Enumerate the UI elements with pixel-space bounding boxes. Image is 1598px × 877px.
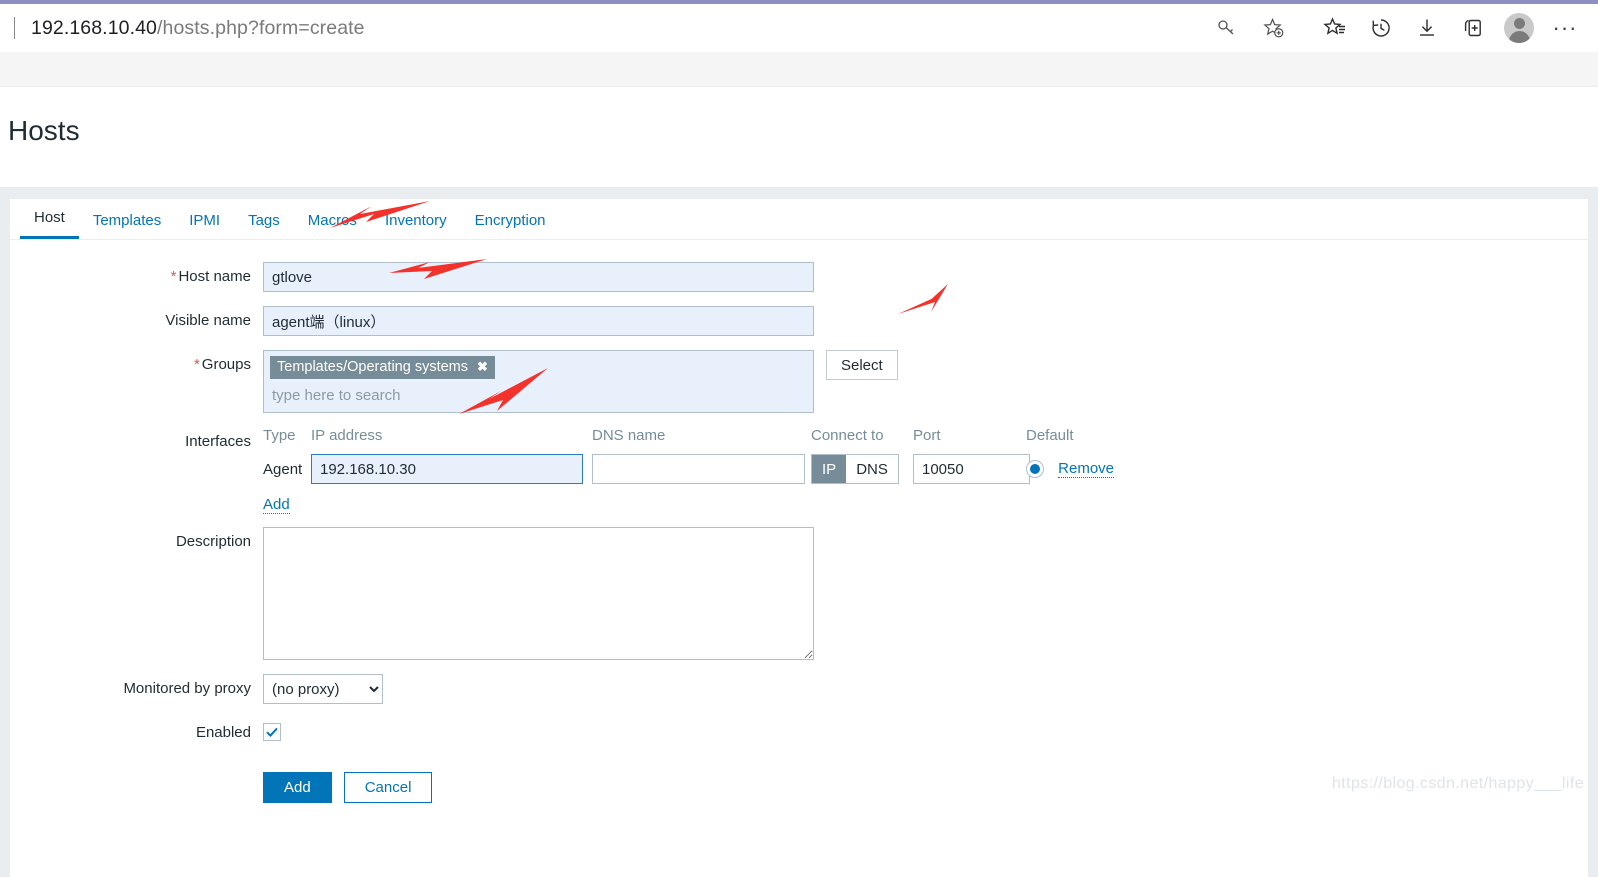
required-marker: * <box>170 268 177 285</box>
browser-url-bar: 192.168.10.40/hosts.php?form=create ··· <box>0 4 1598 52</box>
connect-to-toggle[interactable]: IP DNS <box>811 454 899 484</box>
add-interface-row: Add <box>263 496 1136 514</box>
field-row-description: Description <box>10 527 1588 660</box>
watermark-text: https://blog.csdn.net/happy___life <box>1332 775 1584 792</box>
host-form: *Host name Visible name *Groups Template… <box>10 240 1588 803</box>
field-row-proxy: Monitored by proxy (no proxy) <box>10 674 1588 704</box>
host-name-label-text: Host name <box>178 268 251 285</box>
form-action-buttons: Add Cancel <box>263 772 433 803</box>
tab-encryption[interactable]: Encryption <box>461 212 560 239</box>
tab-templates[interactable]: Templates <box>79 212 175 239</box>
add-interface-link[interactable]: Add <box>263 496 290 514</box>
text-cursor <box>14 17 15 39</box>
add-button[interactable]: Add <box>263 772 332 803</box>
visible-name-input[interactable] <box>263 306 814 336</box>
interface-dns-cell <box>592 454 811 484</box>
settings-more-icon[interactable]: ··· <box>1542 8 1588 48</box>
interface-type-label: Agent <box>263 460 303 478</box>
select-group-button[interactable]: Select <box>826 350 898 380</box>
groups-label: * Groups <box>10 350 263 380</box>
tab-ipmi[interactable]: IPMI <box>175 212 234 239</box>
profile-avatar[interactable] <box>1496 8 1542 48</box>
browser-chrome-strip <box>0 52 1598 87</box>
more-dots-glyph: ··· <box>1552 15 1578 40</box>
enabled-checkbox[interactable] <box>263 723 281 741</box>
groups-search-placeholder[interactable]: type here to search <box>270 379 807 406</box>
proxy-select[interactable]: (no proxy) <box>263 674 383 704</box>
group-chip-label: Templates/Operating systems <box>277 359 468 375</box>
collections-icon[interactable] <box>1450 8 1496 48</box>
column-header-type: Type <box>263 427 296 444</box>
ip-address-input[interactable] <box>311 454 583 484</box>
interface-default-cell: Remove <box>1026 459 1136 479</box>
column-header-ip-address: IP address <box>311 427 383 444</box>
password-key-icon[interactable] <box>1204 8 1250 48</box>
field-row-visible-name: Visible name <box>10 306 1588 336</box>
downloads-icon[interactable] <box>1404 8 1450 48</box>
url-text: 192.168.10.40/hosts.php?form=create <box>31 17 365 40</box>
interface-ip-cell <box>311 454 592 484</box>
remove-interface-link[interactable]: Remove <box>1058 459 1115 478</box>
check-icon <box>266 727 278 738</box>
default-interface-radio[interactable] <box>1026 460 1044 479</box>
column-header-default: Default <box>1026 427 1074 444</box>
url-host: 192.168.10.40 <box>31 16 158 39</box>
page-header: Hosts <box>0 87 1598 187</box>
close-icon[interactable]: ✖ <box>477 359 488 375</box>
host-form-area: Host Templates IPMI Tags Macros Inventor… <box>0 187 1598 877</box>
description-label: Description <box>175 533 251 550</box>
dns-name-input[interactable] <box>592 454 805 484</box>
port-input[interactable] <box>913 454 1030 484</box>
history-icon[interactable] <box>1358 8 1404 48</box>
visible-name-label: Visible name <box>165 312 251 329</box>
avatar <box>1504 13 1534 43</box>
address-bar[interactable]: 192.168.10.40/hosts.php?form=create <box>0 4 1204 52</box>
enabled-label: Enabled <box>195 724 251 741</box>
url-path: /hosts.php?form=create <box>157 16 365 39</box>
required-marker: * <box>193 356 200 373</box>
column-header-dns-name: DNS name <box>592 427 666 444</box>
group-chip[interactable]: Templates/Operating systems ✖ <box>270 356 495 379</box>
groups-label-text: Groups <box>201 356 251 373</box>
tab-tags[interactable]: Tags <box>234 212 294 239</box>
favorites-icon[interactable] <box>1312 8 1358 48</box>
interfaces-table: Type IP address DNS name Connect to Port… <box>263 427 1136 514</box>
tab-host[interactable]: Host <box>20 209 79 239</box>
interface-port-cell <box>913 454 1030 484</box>
column-header-port: Port <box>913 427 941 444</box>
interface-connect-cell: IP DNS <box>811 454 913 484</box>
column-header-connect-to: Connect to <box>811 427 884 444</box>
field-row-host-name: * Host name <box>10 262 1588 292</box>
field-row-enabled: Enabled <box>10 718 1588 748</box>
toolbar-divider <box>1296 28 1312 29</box>
connect-to-option-ip[interactable]: IP <box>812 455 847 483</box>
connect-to-option-dns[interactable]: DNS <box>846 455 898 483</box>
browser-toolbar: ··· <box>1204 4 1598 52</box>
proxy-label: Monitored by proxy <box>123 680 251 697</box>
groups-multiselect[interactable]: Templates/Operating systems ✖ type here … <box>263 350 814 413</box>
tab-macros[interactable]: Macros <box>294 212 371 239</box>
host-name-input[interactable] <box>263 262 814 292</box>
field-row-interfaces: Interfaces Type IP address DNS name Conn… <box>10 427 1588 514</box>
description-textarea[interactable] <box>263 527 814 660</box>
form-tabs: Host Templates IPMI Tags Macros Inventor… <box>10 199 1588 240</box>
interfaces-label: Interfaces <box>185 433 251 450</box>
cancel-button[interactable]: Cancel <box>343 772 433 803</box>
interfaces-table-header: Type IP address DNS name Connect to Port… <box>263 427 1136 444</box>
table-row: Agent IP DNS <box>263 454 1136 484</box>
field-row-groups: * Groups Templates/Operating systems ✖ ty… <box>10 350 1588 413</box>
host-name-label: * Host name <box>10 262 263 292</box>
page-title: Hosts <box>8 115 80 146</box>
tab-inventory[interactable]: Inventory <box>371 212 461 239</box>
add-favorite-icon[interactable] <box>1250 8 1296 48</box>
